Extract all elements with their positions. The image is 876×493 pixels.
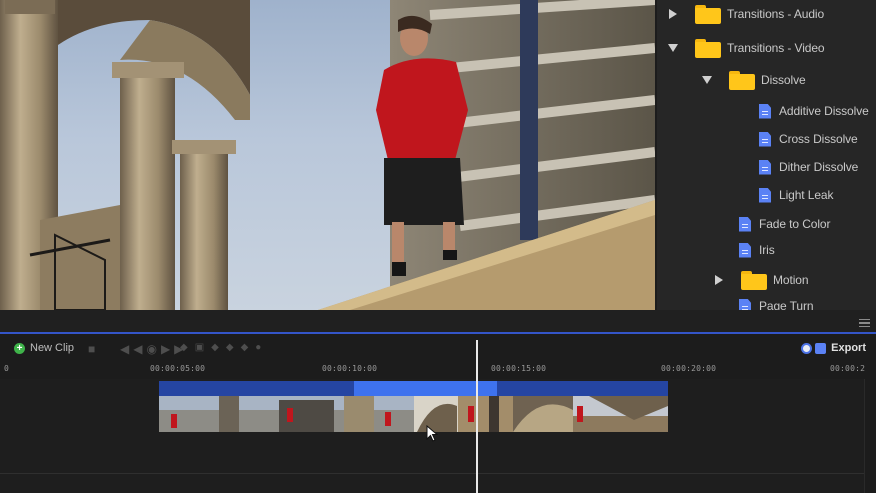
file-icon — [739, 298, 751, 310]
tree-item-label: Dither Dissolve — [779, 160, 859, 174]
tree-item-label: Transitions - Audio — [727, 7, 825, 21]
new-clip-label: New Clip — [30, 342, 75, 354]
tree-item-page-turn[interactable]: Page Turn — [739, 294, 814, 310]
tree-item-label: Iris — [759, 243, 775, 257]
tree-item-transitions-video[interactable]: Transitions - Video — [667, 36, 825, 60]
preview-frame-image — [0, 0, 655, 310]
collapse-arrow-icon[interactable] — [701, 74, 713, 86]
export-icon — [815, 342, 827, 354]
file-icon — [759, 131, 771, 147]
tree-item-label: Cross Dissolve — [779, 132, 858, 146]
tree-item-iris[interactable]: Iris — [739, 238, 775, 262]
tree-item-dither-dissolve[interactable]: Dither Dissolve — [759, 155, 858, 179]
playhead[interactable] — [476, 340, 478, 493]
file-icon — [739, 216, 751, 232]
tree-item-label: Page Turn — [759, 299, 814, 310]
video-editor-window: Transitions - Audio Transitions - Video … — [0, 0, 876, 493]
tree-item-label: Fade to Color — [759, 217, 831, 231]
menu-icon[interactable] — [859, 319, 870, 327]
transport-controls: ◀◀ ◉ ▶▶ — [120, 342, 187, 356]
keyframe-controls: ◆ ▣ ◆ ◆ ◆ ● — [180, 342, 268, 353]
video-preview[interactable] — [0, 0, 655, 310]
clock-icon[interactable] — [801, 343, 812, 354]
tree-item-transitions-audio[interactable]: Transitions - Audio — [667, 2, 824, 26]
prev-keyframe-icon[interactable]: ◆ — [180, 342, 195, 353]
tree-item-label: Motion — [773, 273, 809, 287]
trash-icon[interactable]: ■ — [88, 342, 95, 356]
folder-icon — [729, 70, 755, 90]
folder-icon — [741, 270, 767, 290]
ruler-tick-label: 0 — [4, 364, 10, 373]
timeline-ruler[interactable]: 0 00:00:05:00 00:00:10:00 00:00:15:00 00… — [0, 362, 876, 379]
expand-arrow-icon[interactable] — [713, 274, 725, 286]
add-keyframe-icon[interactable]: ◆ — [226, 342, 241, 353]
transitions-library-panel: Transitions - Audio Transitions - Video … — [657, 0, 876, 310]
tree-item-label: Transitions - Video — [727, 41, 825, 55]
keyframe-icon[interactable]: ◆ — [211, 342, 226, 353]
info-icon[interactable]: ● — [255, 342, 268, 353]
tree-item-additive-dissolve[interactable]: Additive Dissolve — [759, 99, 869, 123]
collapse-arrow-icon[interactable] — [667, 42, 679, 54]
next-keyframe-icon[interactable]: ◆ — [241, 342, 256, 353]
tree-item-motion[interactable]: Motion — [713, 268, 809, 292]
export-button[interactable]: Export — [815, 342, 866, 354]
ruler-tick-label: 00:00:2 — [830, 364, 866, 373]
clip-thumbnail-strip — [159, 396, 668, 432]
tree-item-label: Additive Dissolve — [779, 104, 869, 118]
tree-item-label: Light Leak — [779, 188, 834, 202]
rewind-icon[interactable]: ◀◀ — [120, 342, 146, 356]
file-icon — [739, 242, 751, 258]
ruler-tick-label: 00:00:20:00 — [661, 364, 717, 373]
folder-icon — [695, 4, 721, 24]
timeline-toolbar: + New Clip ■ ◀◀ ◉ ▶▶ ◆ ▣ ◆ ◆ ◆ ● Export — [0, 336, 876, 362]
panel-divider[interactable] — [0, 310, 876, 334]
file-icon — [759, 159, 771, 175]
tree-item-light-leak[interactable]: Light Leak — [759, 183, 833, 207]
folder-icon — [695, 38, 721, 58]
record-icon[interactable]: ◉ — [146, 342, 160, 356]
export-label: Export — [831, 342, 866, 354]
add-icon: + — [14, 342, 25, 354]
tree-item-cross-dissolve[interactable]: Cross Dissolve — [759, 127, 858, 151]
track-separator — [0, 473, 864, 474]
mouse-cursor-icon — [426, 425, 438, 442]
ruler-tick-label: 00:00:15:00 — [491, 364, 547, 373]
timeline-scrollbar[interactable] — [864, 379, 876, 493]
new-clip-button[interactable]: + New Clip — [14, 342, 74, 354]
ruler-tick-label: 00:00:05:00 — [150, 364, 206, 373]
expand-arrow-icon[interactable] — [667, 8, 679, 20]
tree-item-fade-to-color[interactable]: Fade to Color — [739, 212, 831, 236]
video-clip[interactable] — [159, 396, 668, 432]
file-icon — [759, 103, 771, 119]
crop-icon[interactable]: ▣ — [195, 342, 211, 353]
tree-item-dissolve[interactable]: Dissolve — [701, 68, 806, 92]
tree-item-label: Dissolve — [761, 73, 806, 87]
ruler-tick-label: 00:00:10:00 — [322, 364, 378, 373]
file-icon — [759, 187, 771, 203]
